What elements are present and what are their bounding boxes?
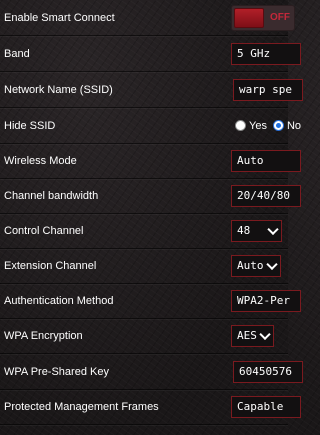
chevron-down-icon [266, 258, 278, 270]
wpa-psk-input[interactable]: 60450576 [233, 360, 303, 383]
toggle-knob [234, 8, 264, 28]
pmf-select[interactable]: Capable [231, 395, 301, 418]
wpa-psk-label: WPA Pre-Shared Key [4, 365, 109, 378]
control-channel-select[interactable]: 48 [231, 219, 282, 242]
row-wpa-psk: WPA Pre-Shared Key 60450576 [0, 354, 303, 390]
wpa-encryption-select[interactable]: AES [231, 324, 274, 347]
wpa-psk-value: 60450576 [239, 364, 292, 378]
row-hide-ssid: Hide SSID Yes No [0, 108, 301, 144]
extension-channel-value: Auto [237, 258, 264, 272]
hide-ssid-radio-group: Yes No [235, 120, 307, 132]
ssid-value: warp spe [239, 82, 292, 96]
row-ssid: Network Name (SSID) warp spe [0, 72, 303, 108]
row-band: Band 5 GHz [0, 36, 301, 72]
channel-bandwidth-label: Channel bandwidth [4, 189, 99, 202]
band-label: Band [4, 47, 30, 60]
wpa-encryption-label: WPA Encryption [4, 329, 83, 342]
band-select[interactable]: 5 GHz [231, 42, 301, 65]
band-value: 5 GHz [237, 46, 271, 60]
hide-ssid-no-radio[interactable] [272, 120, 284, 131]
hide-ssid-yes-radio[interactable] [235, 120, 246, 131]
row-extension-channel: Extension Channel Auto [0, 248, 288, 284]
row-wireless-mode: Wireless Mode Auto [0, 143, 301, 179]
ssid-input[interactable]: warp spe [233, 78, 303, 101]
pmf-label: Protected Management Frames [4, 400, 159, 413]
wpa-encryption-value: AES [237, 328, 257, 342]
control-channel-label: Control Channel [4, 224, 84, 237]
row-pmf: Protected Management Frames Capable [0, 389, 301, 425]
hide-ssid-label: Hide SSID [4, 119, 56, 132]
channel-bandwidth-select[interactable]: 20/40/80 [231, 184, 301, 207]
channel-bandwidth-value: 20/40/80 [237, 188, 290, 202]
smart-connect-toggle[interactable]: OFF [231, 5, 295, 31]
row-control-channel: Control Channel 48 [0, 213, 288, 249]
row-channel-bandwidth: Channel bandwidth 20/40/80 [0, 178, 301, 214]
ssid-label: Network Name (SSID) [4, 83, 113, 96]
auth-method-label: Authentication Method [4, 294, 114, 307]
auth-method-value: WPA2-Per [237, 293, 290, 307]
control-channel-value: 48 [237, 223, 251, 237]
wireless-mode-select[interactable]: Auto [231, 149, 301, 172]
toggle-state-text: OFF [270, 12, 290, 23]
extension-channel-select[interactable]: Auto [231, 254, 281, 277]
wireless-mode-value: Auto [237, 153, 264, 167]
hide-ssid-yes-label: Yes [249, 119, 267, 132]
pmf-value: Capable [237, 399, 284, 413]
row-auth-method: Authentication Method WPA2-Per [0, 283, 301, 319]
smart-connect-label: Enable Smart Connect [4, 11, 115, 24]
extension-channel-label: Extension Channel [4, 259, 97, 272]
row-wpa-encryption: WPA Encryption AES [0, 318, 288, 354]
wireless-mode-label: Wireless Mode [4, 154, 77, 167]
hide-ssid-no-label: No [286, 119, 302, 132]
auth-method-select[interactable]: WPA2-Per [231, 289, 301, 312]
chevron-down-icon [267, 223, 279, 235]
row-smart-connect: Enable Smart Connect OFF [0, 0, 295, 36]
chevron-down-icon [259, 328, 271, 340]
